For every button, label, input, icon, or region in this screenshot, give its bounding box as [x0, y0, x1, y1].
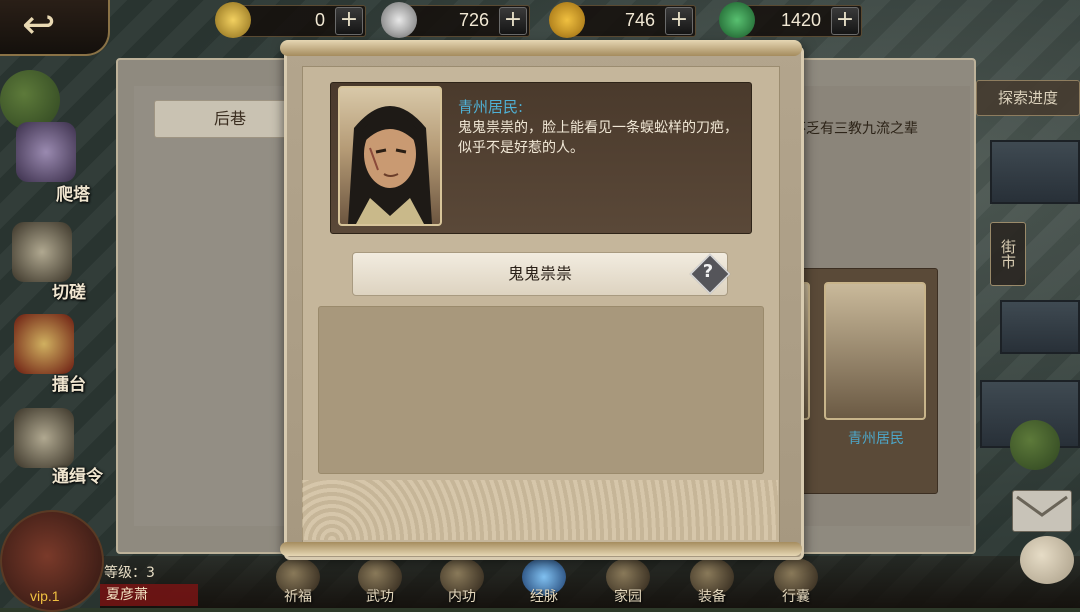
location-hint: 不乏有三教九流之辈 — [792, 121, 918, 137]
mail-icon[interactable] — [1012, 490, 1072, 532]
bottom-menu-label: 祈福 — [284, 589, 312, 605]
bottom-menu-label: 装备 — [698, 589, 726, 605]
bottom-menu-label: 内功 — [448, 589, 476, 605]
bottom-menu-inner[interactable]: 内功 — [432, 558, 492, 608]
resource-value: 726 — [458, 10, 489, 30]
explore-progress-button[interactable]: 探索进度 — [976, 80, 1080, 116]
npc-description: 鬼鬼祟祟的，脸上能看见一条蜈蚣样的刀疤，似乎不是好惹的人。 — [458, 120, 738, 156]
npc-face-illustration — [348, 106, 432, 224]
bottom-menu-meridian[interactable]: 经脉 — [514, 558, 574, 608]
help-question-mark: ? — [702, 261, 714, 282]
dialog-bottom-ornament — [280, 542, 802, 556]
drum-icon[interactable] — [14, 314, 74, 374]
location-list — [134, 86, 294, 526]
bottom-menu-home[interactable]: 家园 — [598, 558, 658, 608]
resource-value: 746 — [624, 10, 655, 30]
bottom-menu-label: 经脉 — [530, 589, 558, 605]
player-name: 夏彦萧 — [100, 584, 198, 606]
resource-silver: 726 + — [381, 2, 530, 38]
wanted-icon[interactable] — [14, 408, 74, 468]
tree-decoration — [0, 70, 60, 130]
envelope-icon — [1016, 495, 1068, 517]
bottom-menu-bag[interactable]: 行囊 — [766, 558, 826, 608]
resource-value: 1420 — [780, 10, 821, 30]
bottom-menu-martial[interactable]: 武功 — [350, 558, 410, 608]
bottom-menu-label: 行囊 — [782, 589, 810, 605]
pagoda-gate-icon[interactable] — [12, 222, 72, 282]
resource-value: 0 — [314, 10, 325, 30]
add-silver-button[interactable]: + — [499, 7, 527, 35]
resource-coin: 746 + — [549, 2, 696, 38]
resource-jade: 1420 + — [719, 2, 862, 38]
npc-title: 青州居民: — [458, 98, 524, 116]
npc-portrait — [338, 86, 442, 226]
back-arrow-icon: ↩ — [22, 2, 56, 48]
add-coin-button[interactable]: + — [665, 7, 693, 35]
dialog-top-ornament — [280, 40, 802, 56]
npc-name: 青州居民 — [848, 431, 904, 447]
add-jade-button[interactable]: + — [831, 7, 859, 35]
player-level: 等级：3 — [104, 565, 155, 581]
bottom-menu-bar — [100, 556, 1080, 608]
side-menu-wanted[interactable]: 通缉令 — [52, 462, 103, 487]
resource-gold: 0 + — [215, 2, 366, 38]
dialog-empty-area — [318, 306, 764, 474]
gold-ingot-icon — [215, 2, 251, 38]
bottom-menu-pray[interactable]: 祈福 — [268, 558, 328, 608]
roof-decoration — [1000, 300, 1080, 354]
vip-badge[interactable]: vip.1 — [30, 588, 60, 604]
chat-icon[interactable] — [1020, 536, 1074, 584]
npc-portrait[interactable] — [824, 282, 926, 420]
side-menu-arena[interactable]: 擂台 — [52, 370, 86, 395]
dialog-choice-button[interactable]: 鬼鬼祟祟 — [352, 252, 728, 296]
back-button[interactable]: ↩ — [0, 0, 110, 56]
silver-ingot-icon — [381, 2, 417, 38]
bottom-menu-label: 家园 — [614, 589, 642, 605]
tree-decoration — [1010, 420, 1060, 470]
add-gold-button[interactable]: + — [335, 7, 363, 35]
side-menu-spar[interactable]: 切磋 — [52, 278, 86, 303]
roof-decoration — [990, 140, 1080, 204]
side-menu-climb-tower[interactable]: 爬塔 — [56, 180, 90, 205]
pagoda-icon[interactable] — [16, 122, 76, 182]
bottom-menu-label: 武功 — [366, 589, 394, 605]
street-sign[interactable]: 街市 — [990, 222, 1026, 286]
coin-icon — [549, 2, 585, 38]
jade-icon — [719, 2, 755, 38]
cloud-pattern-decoration — [302, 480, 778, 540]
bottom-menu-equip[interactable]: 装备 — [682, 558, 742, 608]
